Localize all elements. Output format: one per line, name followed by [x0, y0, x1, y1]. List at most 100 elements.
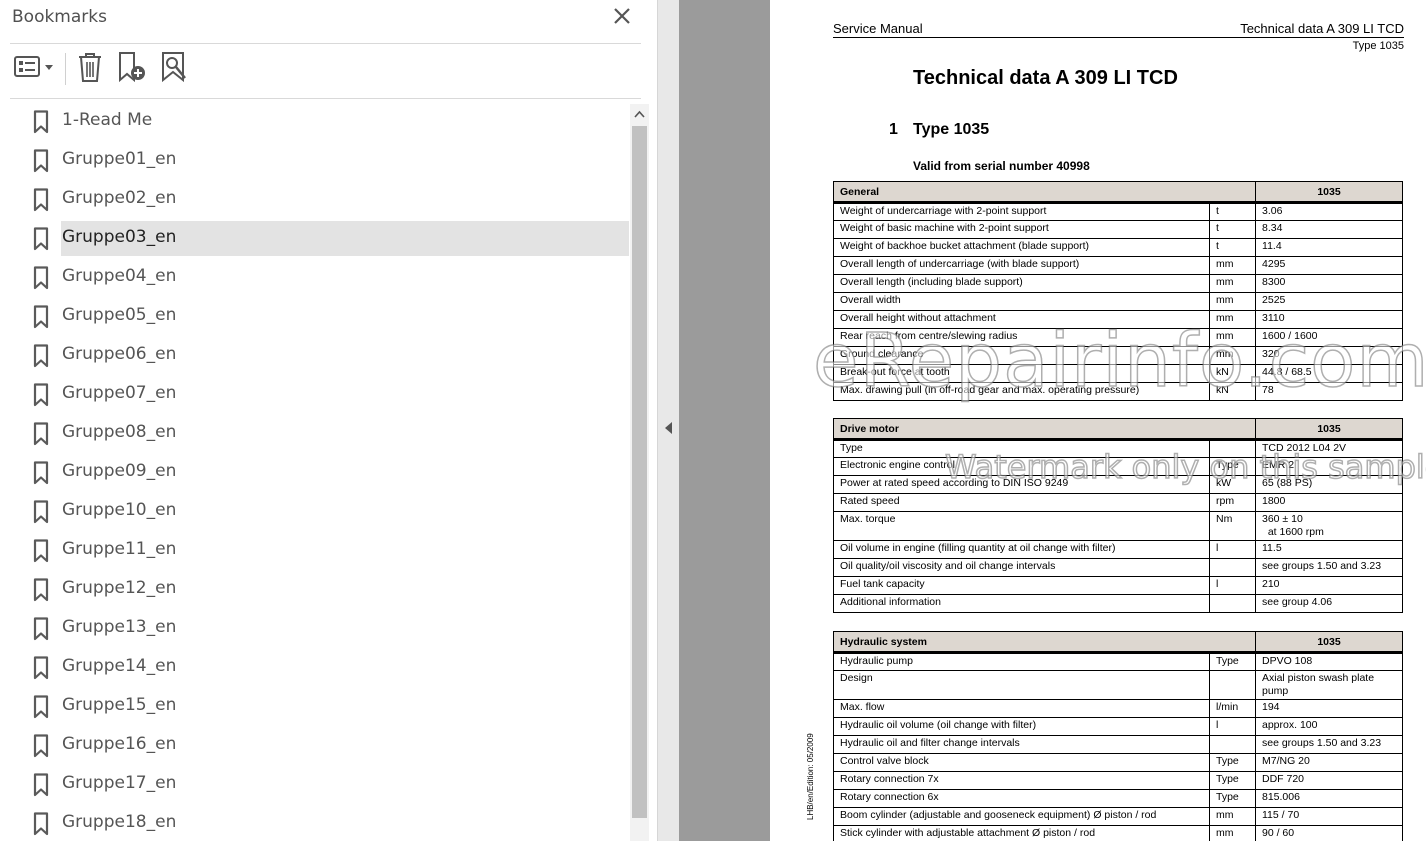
- table-row: Overall height without attachment mm 3110: [833, 310, 1404, 329]
- header-type: Type 1035: [1352, 40, 1404, 52]
- scroll-up-button[interactable]: [630, 104, 649, 124]
- row-label: Overall width: [833, 292, 1210, 311]
- row-label: Max. drawing pull (in off-road gear and …: [833, 382, 1210, 401]
- spec-table: Hydraulic system 1035 Hydraulic pump Type DP…: [833, 631, 1403, 841]
- table-row: Stick cylinder with adjustable attachmen…: [833, 825, 1403, 841]
- row-label: Type: [833, 439, 1210, 458]
- row-unit: mm: [1209, 825, 1256, 841]
- bookmark-item[interactable]: Gruppe02_en: [10, 182, 630, 217]
- table-row: Oil quality/oil viscosity and oil change…: [833, 558, 1403, 577]
- row-label: Electronic engine control: [833, 457, 1210, 476]
- row-value: 320: [1255, 346, 1404, 365]
- row-value: 8.34: [1255, 220, 1404, 239]
- table-row: Max. drawing pull (in off-road gear and …: [833, 382, 1404, 401]
- row-value: see group 4.06: [1255, 594, 1403, 613]
- bookmark-item[interactable]: Gruppe05_en: [10, 299, 630, 334]
- row-label: Max. torque: [833, 511, 1210, 541]
- row-label: Power at rated speed according to DIN IS…: [833, 475, 1210, 494]
- bookmark-item[interactable]: 1-Read Me: [10, 104, 630, 139]
- row-value: 3.06: [1255, 202, 1404, 221]
- delete-bookmark-button[interactable]: [74, 50, 106, 88]
- row-unit: kN: [1208, 364, 1257, 383]
- row-unit: rpm: [1209, 493, 1256, 512]
- spec-table: Drive motor 1035 Type TCD 2012 L04 2V Electr…: [833, 418, 1403, 613]
- row-label: Weight of undercarriage with 2-point sup…: [833, 202, 1210, 221]
- row-value: 90 / 60: [1255, 825, 1403, 841]
- row-value: M7/NG 20: [1255, 753, 1403, 772]
- row-value: 11.5: [1255, 540, 1403, 559]
- collapse-panel-button[interactable]: [663, 420, 675, 436]
- bookmark-item[interactable]: Gruppe08_en: [10, 416, 630, 451]
- row-value: 3110: [1255, 310, 1404, 329]
- row-value: EMR 2: [1255, 457, 1403, 476]
- bookmark-item[interactable]: Gruppe15_en: [10, 689, 630, 724]
- bookmark-item[interactable]: Gruppe16_en: [10, 728, 630, 763]
- document-page[interactable]: Service Manual Technical data A 309 LI T…: [770, 0, 1426, 841]
- table-row: Hydraulic oil volume (oil change with fi…: [833, 717, 1403, 736]
- table-row: Fuel tank capacity l 210: [833, 576, 1403, 595]
- bookmark-label: Gruppe12_en: [62, 578, 177, 598]
- row-label: Oil volume in engine (filling quantity a…: [833, 540, 1210, 559]
- bookmark-label: Gruppe07_en: [62, 383, 177, 403]
- bookmark-item[interactable]: Gruppe14_en: [10, 650, 630, 685]
- new-bookmark-button[interactable]: [116, 50, 148, 88]
- header-right: Technical data A 309 LI TCD: [1240, 21, 1404, 36]
- bookmark-item[interactable]: Gruppe17_en: [10, 767, 630, 802]
- bookmark-item[interactable]: Gruppe13_en: [10, 611, 630, 646]
- row-unit: l: [1209, 576, 1256, 595]
- row-label: Rotary connection 6x: [833, 789, 1210, 808]
- table-row: Design Axial piston swash plate pump: [833, 670, 1403, 700]
- options-menu-button[interactable]: [10, 50, 56, 88]
- row-value: DDF 720: [1255, 771, 1403, 790]
- new-bookmark-icon: [116, 50, 148, 89]
- table-row: Weight of basic machine with 2-point sup…: [833, 220, 1404, 239]
- row-unit: kW: [1209, 475, 1256, 494]
- bookmark-item[interactable]: Gruppe18_en: [10, 806, 630, 841]
- triangle-left-icon: [663, 422, 675, 440]
- row-value: 8300: [1255, 274, 1404, 293]
- bookmark-item[interactable]: Gruppe10_en: [10, 494, 630, 529]
- bookmark-item[interactable]: Gruppe06_en: [10, 338, 630, 373]
- bookmark-icon: [33, 695, 49, 719]
- edition-note: LHB/en/Edition: 05/2009: [806, 733, 815, 820]
- bookmark-icon: [33, 461, 49, 485]
- bookmark-item[interactable]: Gruppe04_en: [10, 260, 630, 295]
- row-unit: [1209, 439, 1256, 458]
- table-header-row: Drive motor 1035: [833, 418, 1403, 441]
- table-row: Overall length of undercarriage (with bl…: [833, 256, 1404, 275]
- bookmark-label: Gruppe15_en: [62, 695, 177, 715]
- row-value: 2525: [1255, 292, 1404, 311]
- bookmark-item[interactable]: Gruppe09_en: [10, 455, 630, 490]
- row-label: Max. flow: [833, 699, 1210, 718]
- row-value: see groups 1.50 and 3.23: [1255, 735, 1403, 754]
- table-row: Rear reach from centre/slewing radius mm 1…: [833, 328, 1404, 347]
- scrollbar[interactable]: [630, 104, 649, 841]
- find-bookmark-button[interactable]: [158, 50, 190, 88]
- row-unit: Type: [1209, 771, 1256, 790]
- bookmark-item[interactable]: Gruppe01_en: [10, 143, 630, 178]
- table-row: Max. torque Nm 360 ± 10 at 1600 rpm: [833, 511, 1403, 541]
- row-value: 1600 / 1600: [1255, 328, 1404, 347]
- bookmark-icon: [33, 188, 49, 212]
- bookmark-item[interactable]: Gruppe03_en: [10, 221, 630, 256]
- close-icon[interactable]: [611, 5, 633, 27]
- bookmark-icon: [33, 422, 49, 446]
- bookmark-label: Gruppe17_en: [62, 773, 177, 793]
- scrollbar-thumb[interactable]: [632, 126, 647, 818]
- table-row: Type TCD 2012 L04 2V: [833, 439, 1403, 458]
- row-unit: mm: [1208, 328, 1257, 347]
- bookmark-item[interactable]: Gruppe12_en: [10, 572, 630, 607]
- row-value: approx. 100: [1255, 717, 1403, 736]
- bookmark-item[interactable]: Gruppe07_en: [10, 377, 630, 412]
- bookmark-item[interactable]: Gruppe11_en: [10, 533, 630, 568]
- table-row: Additional information see group 4.06: [833, 594, 1403, 613]
- panel-splitter[interactable]: [657, 0, 679, 841]
- bookmark-label: Gruppe06_en: [62, 344, 177, 364]
- row-unit: mm: [1208, 292, 1257, 311]
- row-value: DPVO 108: [1255, 652, 1403, 671]
- row-label: Rotary connection 7x: [833, 771, 1210, 790]
- table-row: Rotary connection 6x Type 815.006: [833, 789, 1403, 808]
- row-label: Overall length of undercarriage (with bl…: [833, 256, 1210, 275]
- document-background: [679, 0, 770, 841]
- bookmark-icon: [33, 305, 49, 329]
